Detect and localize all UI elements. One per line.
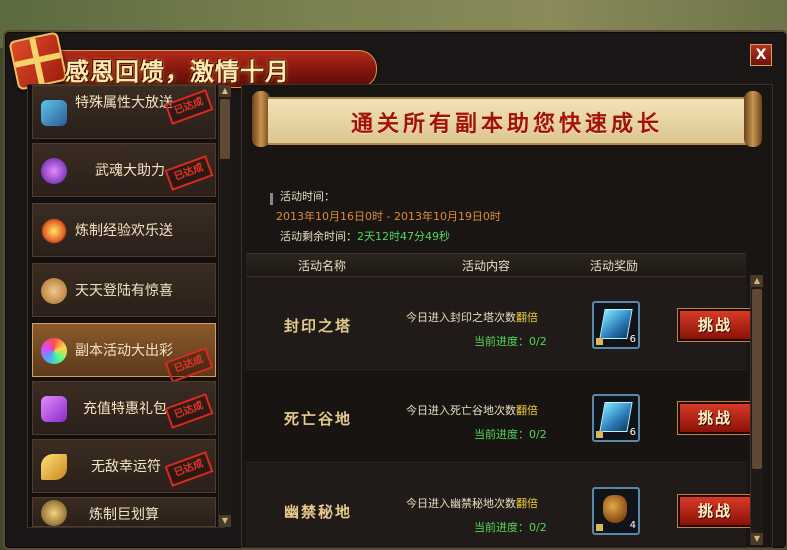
sidebar-item-refine-exp[interactable]: 炼制经验欢乐送 xyxy=(32,203,216,257)
fireworks-icon xyxy=(41,338,67,364)
challenge-button[interactable]: 挑战 xyxy=(677,308,753,342)
sidebar-item-special-attributes[interactable]: 特殊属性大放送 已达成 xyxy=(32,85,216,139)
star-burst-icon xyxy=(41,218,67,244)
col-header-reward: 活动奖励 xyxy=(590,259,639,273)
lock-icon xyxy=(596,524,603,531)
event-detail-panel: 通关所有副本助您快速成长 活动时间： 2013年10月16日0时 - 2013年… xyxy=(241,84,773,548)
dungeon-name: 死亡谷地 xyxy=(284,410,353,428)
scroll-up-icon[interactable]: ▲ xyxy=(751,275,763,287)
challenge-button[interactable]: 挑战 xyxy=(677,401,753,435)
sidebar-item-label: 无敌幸运符 xyxy=(91,459,161,475)
achieved-stamp: 已达成 xyxy=(164,451,214,487)
purple-orb-icon xyxy=(41,158,67,184)
potion-bag-icon xyxy=(603,495,627,523)
challenge-button[interactable]: 挑战 xyxy=(677,494,753,528)
table-row: 幽禁秘地 今日进入幽禁秘地次数翻倍 当前进度：0/2 4 挑战 xyxy=(246,463,753,548)
scroll-thumb[interactable] xyxy=(752,289,762,469)
sidebar-item-recharge-pack[interactable]: 充值特惠礼包 已达成 xyxy=(32,381,216,435)
event-sidebar: 特殊属性大放送 已达成 武魂大助力 已达成 炼制经验欢乐送 天天登陆有惊喜 副本… xyxy=(27,84,231,528)
sidebar-item-refine-bargain[interactable]: 炼制巨划算 xyxy=(32,497,216,527)
reward-count: 6 xyxy=(629,334,636,345)
lock-icon xyxy=(596,431,603,438)
scroll-down-icon[interactable]: ▼ xyxy=(751,533,763,545)
gift-package-icon xyxy=(41,396,67,422)
scroll-icon xyxy=(599,402,633,432)
gift-icon xyxy=(8,31,68,91)
desc-highlight: 翻倍 xyxy=(516,497,538,510)
reward-slot[interactable]: 4 xyxy=(592,487,640,535)
reward-count: 4 xyxy=(629,520,636,531)
progress-text: 当前进度：0/2 xyxy=(474,428,547,441)
sidebar-item-label: 副本活动大出彩 xyxy=(75,343,173,359)
reward-slot[interactable]: 6 xyxy=(592,394,640,442)
sidebar-item-label: 天天登陆有惊喜 xyxy=(75,283,173,299)
scroll-thumb[interactable] xyxy=(220,99,230,159)
title-scroll: 通关所有副本助您快速成长 xyxy=(252,87,762,153)
sidebar-item-dungeon-event[interactable]: 副本活动大出彩 已达成 xyxy=(32,323,216,383)
lock-icon xyxy=(596,338,603,345)
time-label: 活动时间： xyxy=(280,190,335,203)
scroll-icon xyxy=(599,309,633,339)
sidebar-item-daily-login[interactable]: 天天登陆有惊喜 xyxy=(32,263,216,317)
sidebar-item-label: 炼制巨划算 xyxy=(89,507,159,523)
table-row: 死亡谷地 今日进入死亡谷地次数翻倍 当前进度：0/2 6 挑战 xyxy=(246,370,753,463)
banner-title: 通关所有副本助您快速成长 xyxy=(350,111,663,137)
table-header: 活动名称 活动内容 活动奖励 xyxy=(246,253,746,277)
sidebar-item-label: 炼制经验欢乐送 xyxy=(75,223,173,239)
event-info: 活动时间： 2013年10月16日0时 - 2013年10月19日0时 活动剩余… xyxy=(276,187,501,247)
remain-label: 活动剩余时间： xyxy=(280,230,357,243)
time-range: 2013年10月16日0时 - 2013年10月19日0时 xyxy=(276,210,501,223)
reward-count: 6 xyxy=(629,427,636,438)
scroll-up-icon[interactable]: ▲ xyxy=(219,85,231,97)
sidebar-scrollbar[interactable]: ▲ ▼ xyxy=(218,85,231,527)
col-header-content: 活动内容 xyxy=(462,259,511,273)
progress-text: 当前进度：0/2 xyxy=(474,335,547,348)
scroll-down-icon[interactable]: ▼ xyxy=(219,515,231,527)
desc-text: 今日进入封印之塔次数 xyxy=(406,311,516,324)
sidebar-item-lucky-charm[interactable]: 无敌幸运符 已达成 xyxy=(32,439,216,493)
sidebar-item-label: 特殊属性大放送 xyxy=(75,95,173,111)
event-window: 感恩回馈，激情十月 X 特殊属性大放送 已达成 武魂大助力 已达成 炼制经验欢乐… xyxy=(3,30,787,550)
desc-highlight: 翻倍 xyxy=(516,404,538,417)
paw-icon xyxy=(41,278,67,304)
dungeon-desc: 今日进入幽禁秘地次数翻倍 xyxy=(406,495,538,511)
gift-box-icon xyxy=(41,100,67,126)
remain-value: 2天12时47分49秒 xyxy=(357,230,450,243)
sidebar-item-label: 武魂大助力 xyxy=(95,163,165,179)
progress-text: 当前进度：0/2 xyxy=(474,521,547,534)
furnace-icon xyxy=(41,500,67,526)
dungeon-desc: 今日进入死亡谷地次数翻倍 xyxy=(406,402,538,418)
achieved-stamp: 已达成 xyxy=(164,393,214,429)
achieved-stamp: 已达成 xyxy=(164,155,214,191)
sidebar-item-soul-boost[interactable]: 武魂大助力 已达成 xyxy=(32,143,216,197)
table-scrollbar[interactable]: ▲ ▼ xyxy=(750,275,763,545)
dungeon-name: 幽禁秘地 xyxy=(284,503,353,521)
desc-text: 今日进入幽禁秘地次数 xyxy=(406,497,516,510)
talisman-icon xyxy=(41,454,67,480)
col-header-name: 活动名称 xyxy=(298,259,347,273)
table-row: 封印之塔 今日进入封印之塔次数翻倍 当前进度：0/2 6 挑战 xyxy=(246,277,753,370)
sidebar-item-label: 充值特惠礼包 xyxy=(83,401,167,417)
desc-highlight: 翻倍 xyxy=(516,311,538,324)
info-marker xyxy=(270,193,273,205)
window-title: 感恩回馈，激情十月 xyxy=(65,57,290,86)
reward-slot[interactable]: 6 xyxy=(592,301,640,349)
dungeon-name: 封印之塔 xyxy=(284,317,353,335)
dungeon-desc: 今日进入封印之塔次数翻倍 xyxy=(406,309,538,325)
desc-text: 今日进入死亡谷地次数 xyxy=(406,404,516,417)
close-button[interactable]: X xyxy=(750,44,772,66)
